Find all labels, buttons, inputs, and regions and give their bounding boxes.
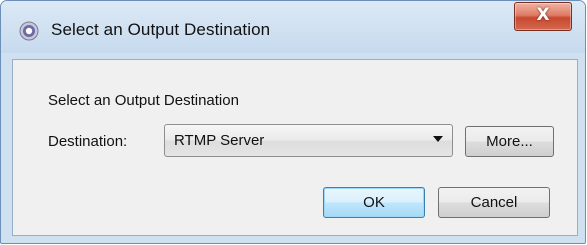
window-title: Select an Output Destination bbox=[51, 20, 271, 39]
more-button[interactable]: More... bbox=[465, 126, 554, 157]
section-label: Select an Output Destination bbox=[48, 92, 239, 109]
dialog-window: Select an Output Destination X Select an… bbox=[0, 0, 586, 244]
chevron-down-icon bbox=[433, 136, 443, 142]
dialog-body: Select an Output Destination Destination… bbox=[12, 59, 578, 236]
ok-button[interactable]: OK bbox=[323, 187, 425, 218]
destination-selected-value: RTMP Server bbox=[174, 132, 265, 149]
destination-dropdown[interactable]: RTMP Server bbox=[164, 124, 453, 157]
close-icon: X bbox=[536, 5, 550, 25]
title-bar[interactable]: Select an Output Destination X bbox=[1, 1, 585, 53]
cancel-button[interactable]: Cancel bbox=[438, 187, 550, 218]
app-circle-icon bbox=[19, 21, 39, 41]
destination-label: Destination: bbox=[48, 133, 128, 150]
close-button[interactable]: X bbox=[514, 2, 572, 31]
